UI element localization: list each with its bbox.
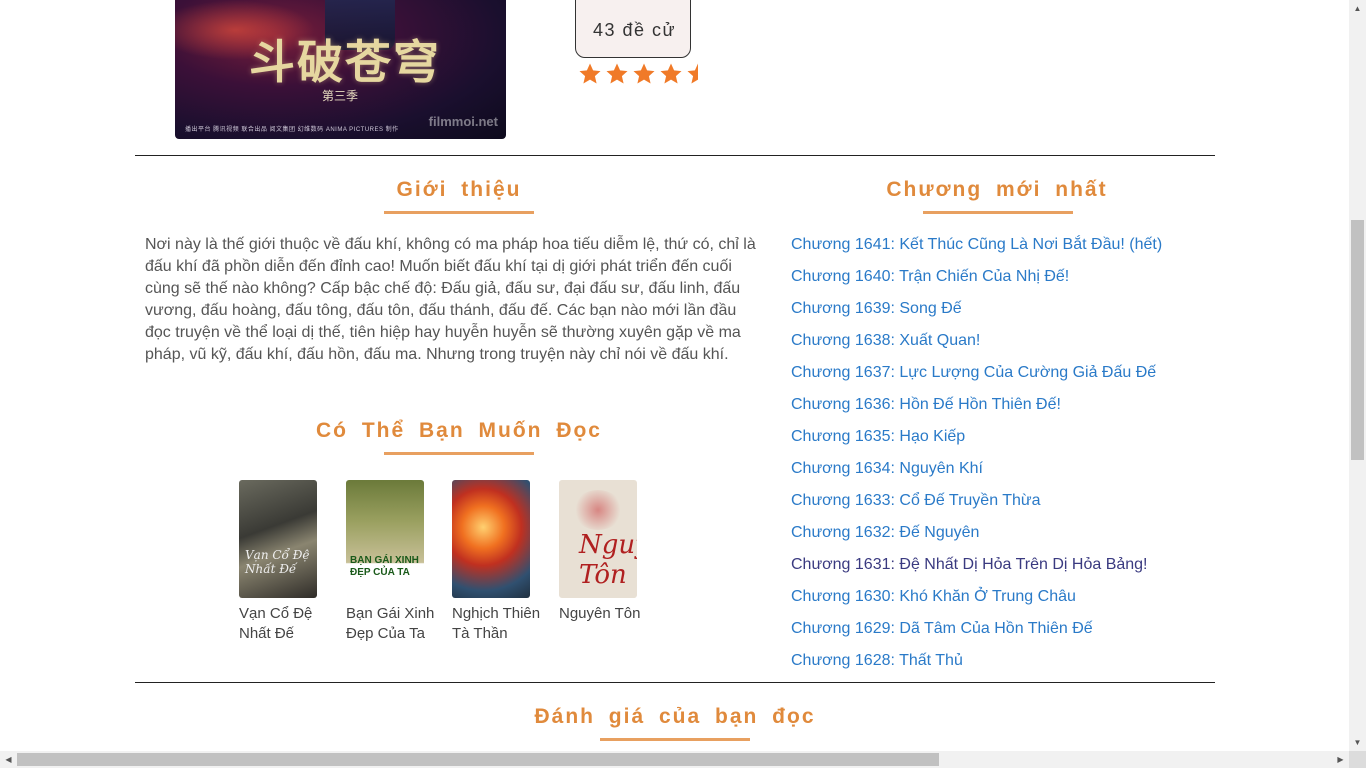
book-title[interactable]: Nguyên Tôn bbox=[559, 604, 655, 624]
scroll-up-icon[interactable]: ▲ bbox=[1349, 0, 1366, 17]
suggest-heading: Có Thể Bạn Muốn Đọc bbox=[316, 419, 602, 442]
cover-splash bbox=[573, 490, 623, 530]
vertical-scrollbar[interactable]: ▲ ▼ bbox=[1349, 0, 1366, 751]
horizontal-scrollbar[interactable]: ◀ ▶ bbox=[0, 751, 1349, 768]
book-title[interactable]: Nghịch Thiên Tà Thần bbox=[452, 604, 548, 644]
chapter-link[interactable]: Chương 1639: Song Đế bbox=[791, 300, 962, 317]
book-cover[interactable]: BẠN GÁI XINH ĐẸP CỦA TA bbox=[346, 480, 424, 598]
chapter-item: Chương 1629: Dã Tâm Của Hồn Thiên Đế bbox=[791, 618, 1162, 650]
divider-top bbox=[135, 155, 1215, 156]
chapter-link[interactable]: Chương 1640: Trận Chiến Của Nhị Đế! bbox=[791, 268, 1069, 285]
rating-stars[interactable] bbox=[578, 62, 698, 88]
book-cover[interactable] bbox=[452, 480, 530, 598]
chapter-link[interactable]: Chương 1630: Khó Khăn Ở Trung Châu bbox=[791, 588, 1076, 605]
book-card[interactable]: Nguyên Tôn Nguyên Tôn bbox=[559, 480, 659, 624]
page-viewport: 斗破苍穹 第三季 播出平台 腾讯视频 联合出品 阅文集团 幻维数码 ANIMA … bbox=[0, 0, 1349, 751]
star-full-icon[interactable] bbox=[659, 62, 683, 86]
book-card[interactable]: Vạn Cổ Đệ Nhất Đế Vạn Cổ Đệ Nhất Đế bbox=[239, 480, 339, 644]
scroll-right-icon[interactable]: ▶ bbox=[1332, 751, 1349, 768]
chapter-link[interactable]: Chương 1635: Hạo Kiếp bbox=[791, 428, 965, 445]
book-card[interactable]: Nghịch Thiên Tà Thần bbox=[452, 480, 552, 644]
chapter-link[interactable]: Chương 1638: Xuất Quan! bbox=[791, 332, 980, 349]
nominate-box[interactable]: 43 đề cử bbox=[575, 0, 691, 58]
nominate-count: 43 đề cử bbox=[593, 20, 677, 40]
latest-heading-underline bbox=[923, 211, 1073, 214]
intro-heading: Giới thiệu bbox=[396, 178, 522, 201]
book-card[interactable]: BẠN GÁI XINH ĐẸP CỦA TA Bạn Gái Xinh Đẹp… bbox=[346, 480, 446, 644]
reviews-heading-underline bbox=[600, 738, 750, 741]
scroll-down-icon[interactable]: ▼ bbox=[1349, 734, 1366, 751]
star-half-icon[interactable] bbox=[686, 62, 698, 86]
chapter-link[interactable]: Chương 1631: Đệ Nhất Dị Hỏa Trên Dị Hỏa … bbox=[791, 556, 1148, 573]
vertical-scroll-thumb[interactable] bbox=[1351, 220, 1364, 460]
chapter-item: Chương 1638: Xuất Quan! bbox=[791, 330, 1162, 362]
chapter-item: Chương 1636: Hồn Đế Hồn Thiên Đế! bbox=[791, 394, 1162, 426]
chapter-link[interactable]: Chương 1629: Dã Tâm Của Hồn Thiên Đế bbox=[791, 620, 1093, 637]
star-full-icon[interactable] bbox=[605, 62, 629, 86]
book-cover-text: BẠN GÁI XINH ĐẸP CỦA TA bbox=[350, 555, 419, 578]
chapter-link[interactable]: Chương 1637: Lực Lượng Của Cường Giả Đấu… bbox=[791, 364, 1156, 381]
chapter-item: Chương 1633: Cổ Đế Truyền Thừa bbox=[791, 490, 1162, 522]
chapter-item: Chương 1631: Đệ Nhất Dị Hỏa Trên Dị Hỏa … bbox=[791, 554, 1162, 586]
book-title[interactable]: Bạn Gái Xinh Đẹp Của Ta bbox=[346, 604, 442, 644]
scroll-left-icon[interactable]: ◀ bbox=[0, 751, 17, 768]
horizontal-scroll-thumb[interactable] bbox=[17, 753, 939, 766]
chapter-item: Chương 1628: Thất Thủ bbox=[791, 650, 1162, 682]
novel-cover-image: 斗破苍穹 第三季 播出平台 腾讯视频 联合出品 阅文集团 幻维数码 ANIMA … bbox=[175, 0, 506, 139]
book-cover[interactable]: Vạn Cổ Đệ Nhất Đế bbox=[239, 480, 317, 598]
chapter-item: Chương 1634: Nguyên Khí bbox=[791, 458, 1162, 490]
chapter-item: Chương 1640: Trận Chiến Của Nhị Đế! bbox=[791, 266, 1162, 298]
book-cover[interactable]: Nguyên Tôn bbox=[559, 480, 637, 598]
chapter-item: Chương 1630: Khó Khăn Ở Trung Châu bbox=[791, 586, 1162, 618]
divider-bottom bbox=[135, 682, 1215, 683]
chapter-item: Chương 1637: Lực Lượng Của Cường Giả Đấu… bbox=[791, 362, 1162, 394]
chapter-list: Chương 1641: Kết Thúc Cũng Là Nơi Bắt Đầ… bbox=[791, 234, 1162, 682]
reviews-heading: Đánh giá của bạn đọc bbox=[534, 705, 816, 728]
chapter-item: Chương 1639: Song Đế bbox=[791, 298, 1162, 330]
book-cover-text: Vạn Cổ Đệ Nhất Đế bbox=[245, 548, 310, 576]
cover-season: 第三季 bbox=[321, 89, 358, 103]
star-full-icon[interactable] bbox=[578, 62, 602, 86]
chapter-item: Chương 1641: Kết Thúc Cũng Là Nơi Bắt Đầ… bbox=[791, 234, 1162, 266]
chapter-link[interactable]: Chương 1628: Thất Thủ bbox=[791, 652, 963, 669]
cover-watermark: filmmoi.net bbox=[428, 114, 498, 129]
book-title[interactable]: Vạn Cổ Đệ Nhất Đế bbox=[239, 604, 335, 644]
cover-title: 斗破苍穹 bbox=[249, 35, 441, 89]
scrollbar-corner bbox=[1349, 751, 1366, 768]
chapter-link[interactable]: Chương 1634: Nguyên Khí bbox=[791, 460, 983, 477]
book-cover-text: Nguyên Tôn bbox=[579, 530, 637, 590]
chapter-item: Chương 1632: Đế Nguyên bbox=[791, 522, 1162, 554]
chapter-item: Chương 1635: Hạo Kiếp bbox=[791, 426, 1162, 458]
intro-text: Nơi này là thế giới thuộc về đấu khí, kh… bbox=[145, 236, 756, 363]
intro-heading-underline bbox=[384, 211, 534, 214]
star-full-icon[interactable] bbox=[632, 62, 656, 86]
chapter-link[interactable]: Chương 1636: Hồn Đế Hồn Thiên Đế! bbox=[791, 396, 1061, 413]
chapter-link[interactable]: Chương 1633: Cổ Đế Truyền Thừa bbox=[791, 492, 1041, 509]
chapter-link[interactable]: Chương 1632: Đế Nguyên bbox=[791, 524, 979, 541]
suggest-heading-underline bbox=[384, 452, 534, 455]
chapter-link[interactable]: Chương 1641: Kết Thúc Cũng Là Nơi Bắt Đầ… bbox=[791, 236, 1162, 253]
latest-heading: Chương mới nhất bbox=[886, 178, 1108, 201]
